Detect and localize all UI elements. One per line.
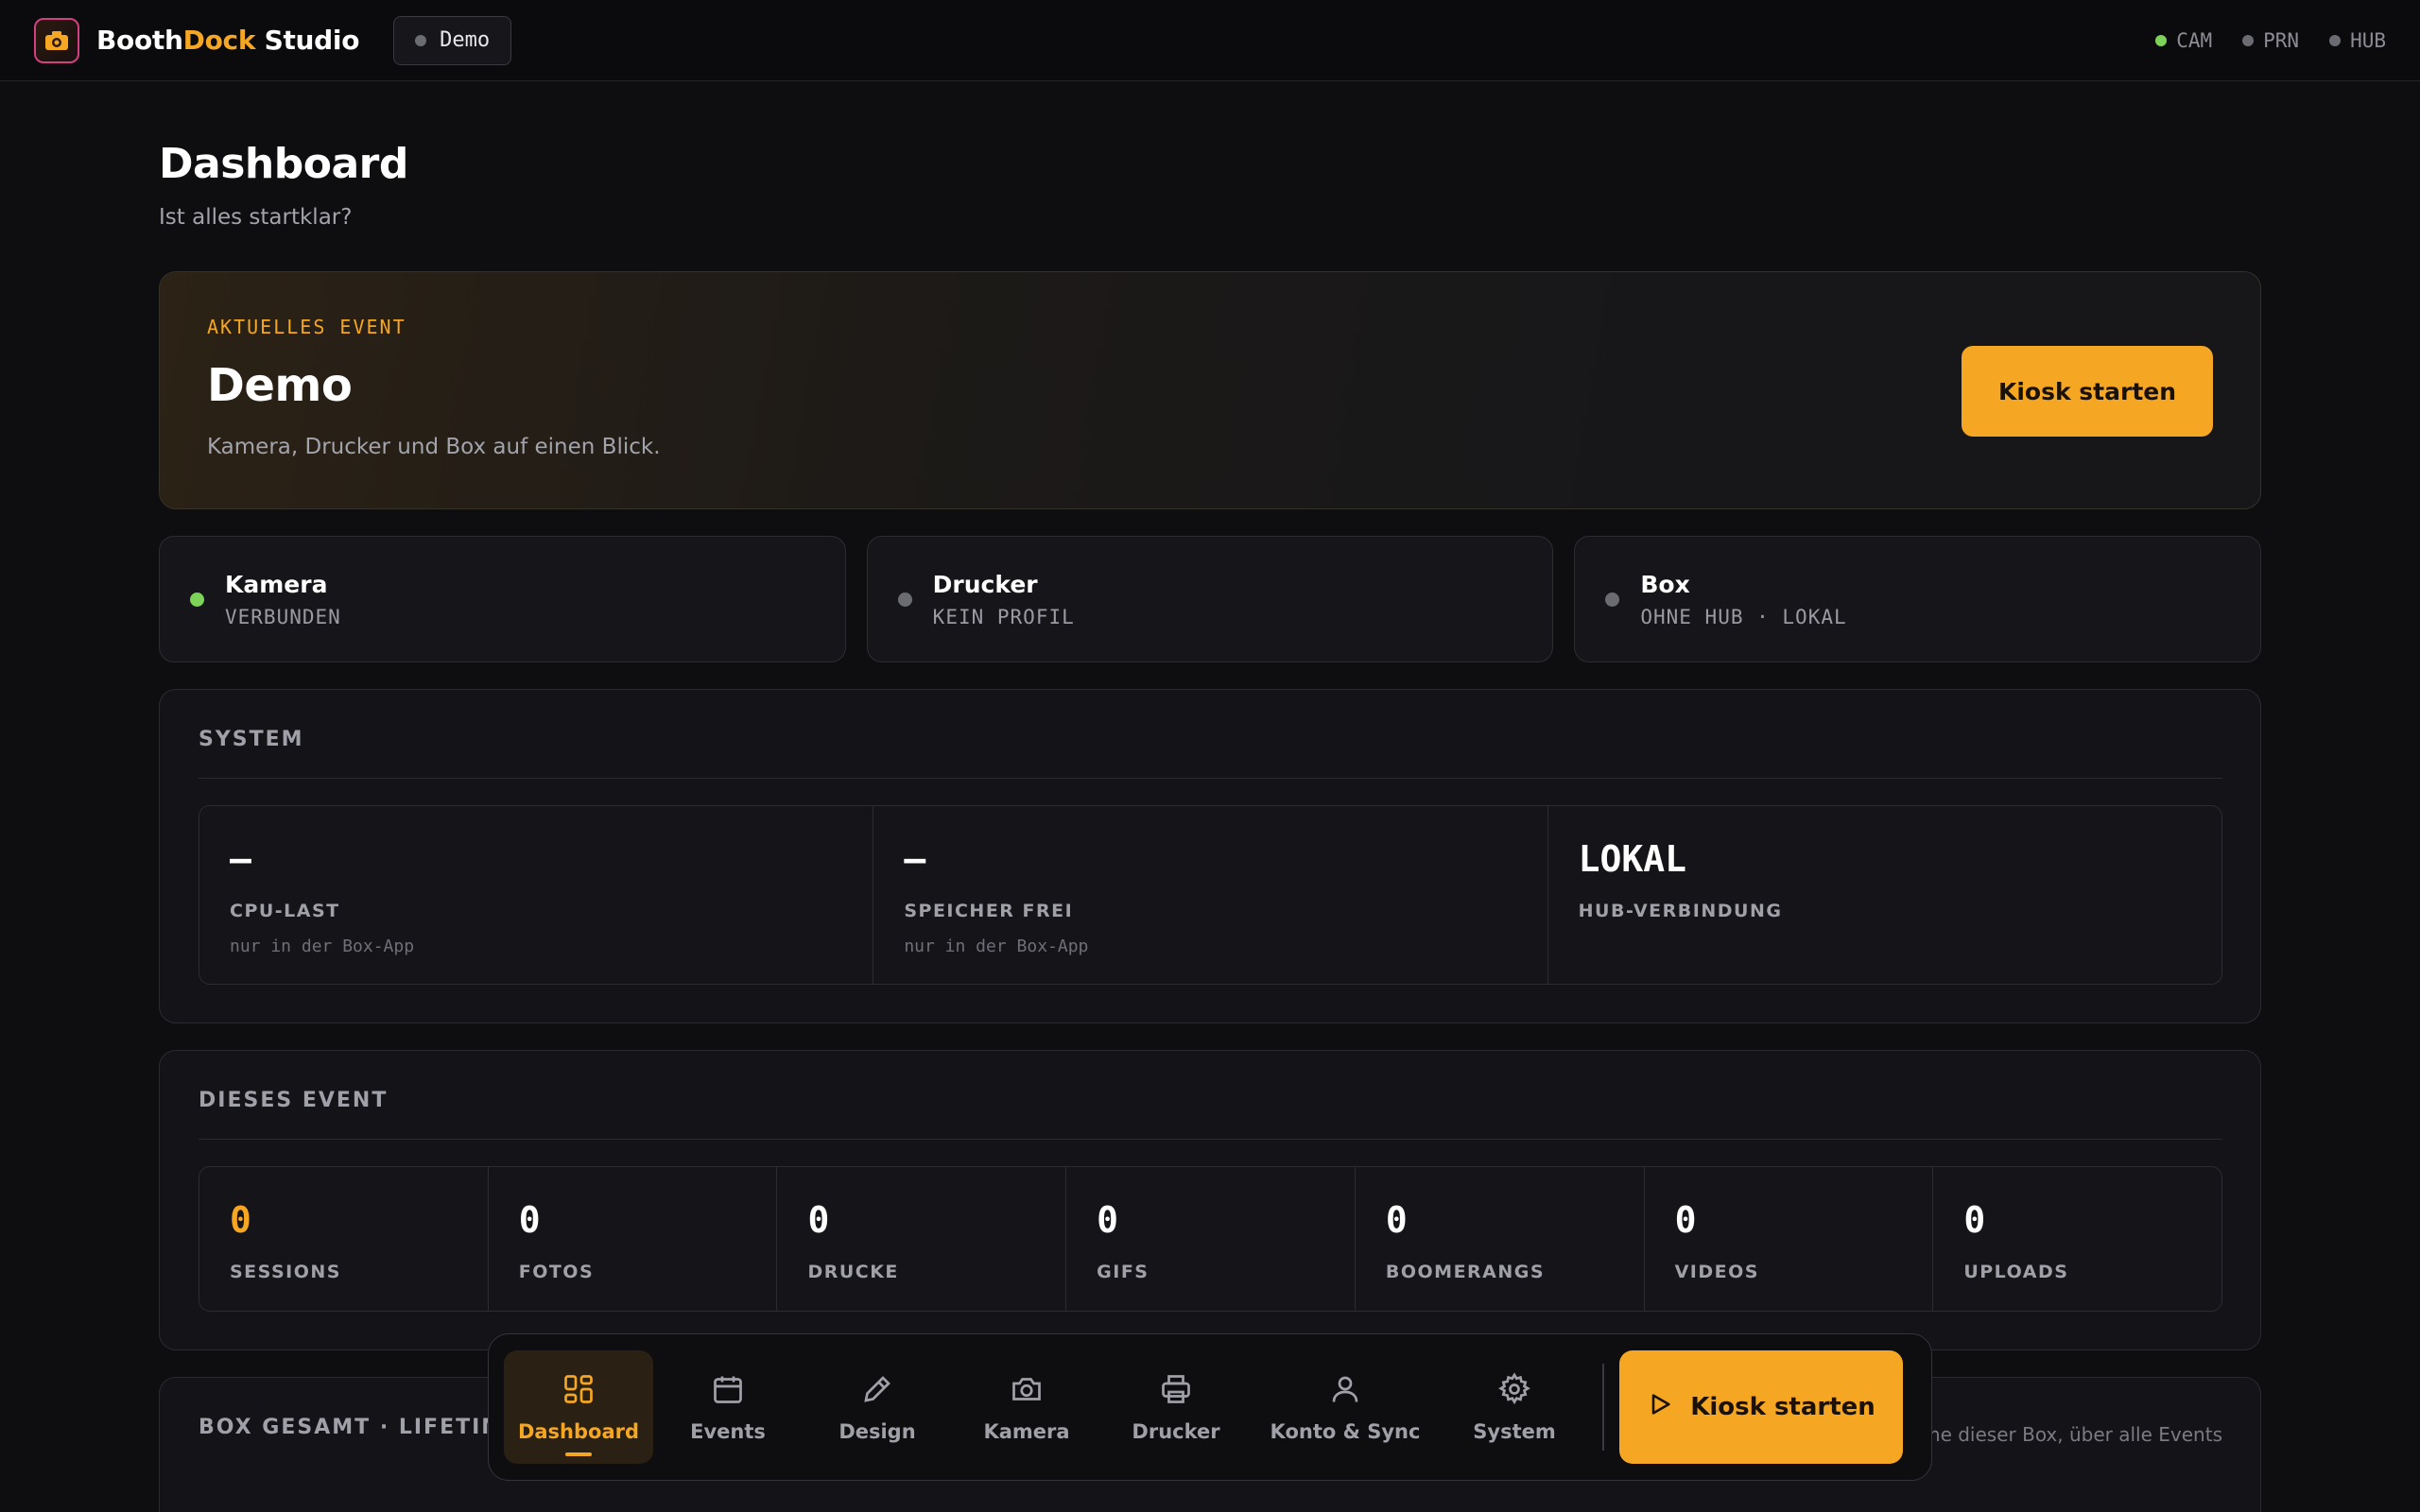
cam-status-dot xyxy=(2155,34,2168,46)
page-title: Dashboard xyxy=(159,140,408,188)
hero-eyebrow: AKTUELLES EVENT xyxy=(207,316,406,338)
stat-uploads: 0 UPLOADS xyxy=(1933,1167,2221,1311)
metric-label: UPLOADS xyxy=(1963,1262,2069,1282)
hero-event-title: Demo xyxy=(207,359,353,412)
nav-label: Kamera xyxy=(983,1419,1070,1443)
nav-label: Design xyxy=(838,1419,916,1443)
metric-value: 0 xyxy=(1097,1199,1119,1241)
metric-label: SESSIONS xyxy=(230,1262,341,1282)
nav-events[interactable]: Events xyxy=(653,1350,803,1464)
metric-value: 0 xyxy=(1385,1199,1408,1241)
top-bar: BoothDock Studio Demo CAM PRN HUB xyxy=(0,0,2420,81)
stat-gifs: 0 GIFS xyxy=(1066,1167,1356,1311)
device-state: VERBUNDEN xyxy=(225,605,341,628)
stat-prints: 0 DRUCKE xyxy=(777,1167,1067,1311)
current-event-chip[interactable]: Demo xyxy=(393,15,512,65)
calendar-icon xyxy=(711,1372,745,1411)
nav-label: Events xyxy=(690,1419,766,1443)
play-icon xyxy=(1647,1391,1673,1424)
metric-label: CPU-LAST xyxy=(230,901,340,921)
metric-label: SPEICHER FREI xyxy=(904,901,1074,921)
device-name: Kamera xyxy=(225,570,328,598)
pencil-icon xyxy=(860,1372,894,1411)
nav-camera[interactable]: Kamera xyxy=(952,1350,1101,1464)
device-name: Box xyxy=(1640,570,1690,598)
metric-value: 0 xyxy=(518,1199,541,1241)
nav-design[interactable]: Design xyxy=(803,1350,952,1464)
nav-divider xyxy=(1602,1364,1604,1451)
prn-status-dot xyxy=(2242,34,2255,46)
event-metrics: 0 SESSIONS 0 FOTOS 0 DRUCKE 0 GIFS 0 BOO… xyxy=(199,1166,2222,1312)
status-prn: PRN xyxy=(2242,29,2299,52)
app-brand: BoothDock Studio xyxy=(96,25,360,56)
start-kiosk-button[interactable]: Kiosk starten xyxy=(1962,346,2213,437)
hero-subtitle: Kamera, Drucker und Box auf einen Blick. xyxy=(207,435,661,459)
camera-icon xyxy=(1010,1372,1044,1411)
camera-status-dot xyxy=(190,592,204,607)
metric-value: 0 xyxy=(1963,1199,1986,1241)
metric-note: nur in der Box-App xyxy=(230,936,415,956)
page-subtitle: Ist alles startklar? xyxy=(159,205,353,230)
device-status-indicators: CAM PRN HUB xyxy=(2155,29,2386,52)
metric-label: HUB-VERBINDUNG xyxy=(1578,901,1783,921)
nav-dashboard[interactable]: Dashboard xyxy=(504,1350,653,1464)
system-metrics: – CPU-LAST nur in der Box-App – SPEICHER… xyxy=(199,805,2222,985)
metric-value: – xyxy=(230,838,251,880)
device-card-camera[interactable]: Kamera VERBUNDEN xyxy=(159,536,846,662)
gear-icon xyxy=(1497,1371,1531,1411)
box-status-dot xyxy=(1605,592,1620,607)
system-heading: SYSTEM xyxy=(199,728,2222,779)
nav-account-sync[interactable]: Konto & Sync xyxy=(1251,1350,1440,1464)
printer-icon xyxy=(1159,1372,1193,1411)
nav-label: Konto & Sync xyxy=(1270,1419,1421,1443)
metric-label: GIFS xyxy=(1097,1262,1150,1282)
metric-label: FOTOS xyxy=(518,1262,595,1282)
grid-icon xyxy=(562,1372,596,1411)
metric-value: LOKAL xyxy=(1578,838,1687,880)
bottom-navigation: Dashboard Events Design Kamera Drucker K… xyxy=(488,1333,1932,1481)
stat-sessions: 0 SESSIONS xyxy=(199,1167,489,1311)
stat-videos: 0 VIDEOS xyxy=(1644,1167,1934,1311)
metric-storage: – SPEICHER FREI nur in der Box-App xyxy=(873,806,1548,984)
event-status-dot xyxy=(415,34,427,46)
event-chip-label: Demo xyxy=(440,28,491,52)
metric-hub: LOKAL HUB-VERBINDUNG xyxy=(1547,806,2221,984)
metric-label: DRUCKE xyxy=(807,1262,899,1282)
device-state: KEIN PROFIL xyxy=(932,605,1075,628)
device-state: OHNE HUB · LOKAL xyxy=(1640,605,1847,628)
metric-value: – xyxy=(904,838,926,880)
current-event-card: AKTUELLES EVENT Demo Kamera, Drucker und… xyxy=(159,271,2261,509)
user-icon xyxy=(1328,1372,1362,1411)
nav-system[interactable]: System xyxy=(1440,1350,1589,1464)
cta-label: Kiosk starten xyxy=(1690,1393,1876,1421)
system-panel: SYSTEM – CPU-LAST nur in der Box-App – S… xyxy=(159,689,2261,1023)
status-cam: CAM xyxy=(2155,29,2212,52)
stat-photos: 0 FOTOS xyxy=(488,1167,778,1311)
metric-value: 0 xyxy=(1674,1199,1697,1241)
device-name: Drucker xyxy=(932,570,1038,598)
metric-label: VIDEOS xyxy=(1674,1262,1759,1282)
event-stats-heading: DIESES EVENT xyxy=(199,1089,2222,1140)
metric-value: 0 xyxy=(230,1199,251,1241)
lifetime-note: ime dieser Box, über alle Events xyxy=(1916,1423,2222,1446)
camera-logo-icon xyxy=(34,17,79,63)
main-content: Dashboard Ist alles startklar? AKTUELLES… xyxy=(159,81,2262,1512)
device-status-cards: Kamera VERBUNDEN Drucker KEIN PROFIL Box… xyxy=(159,536,2262,662)
nav-start-kiosk-button[interactable]: Kiosk starten xyxy=(1619,1350,1903,1464)
nav-label: Drucker xyxy=(1132,1419,1220,1443)
event-stats-panel: DIESES EVENT 0 SESSIONS 0 FOTOS 0 DRUCKE… xyxy=(159,1050,2261,1350)
nav-label: System xyxy=(1473,1419,1556,1443)
metric-value: 0 xyxy=(807,1199,830,1241)
hub-status-dot xyxy=(2329,34,2342,46)
device-card-printer[interactable]: Drucker KEIN PROFIL xyxy=(866,536,1554,662)
metric-cpu: – CPU-LAST nur in der Box-App xyxy=(199,806,874,984)
metric-note: nur in der Box-App xyxy=(904,936,1089,956)
metric-label: BOOMERANGS xyxy=(1385,1262,1546,1282)
stat-boomerangs: 0 BOOMERANGS xyxy=(1355,1167,1645,1311)
nav-printer[interactable]: Drucker xyxy=(1101,1350,1251,1464)
status-hub: HUB xyxy=(2329,29,2386,52)
printer-status-dot xyxy=(897,592,912,607)
nav-label: Dashboard xyxy=(517,1419,640,1443)
device-card-box[interactable]: Box OHNE HUB · LOKAL xyxy=(1574,536,2262,662)
